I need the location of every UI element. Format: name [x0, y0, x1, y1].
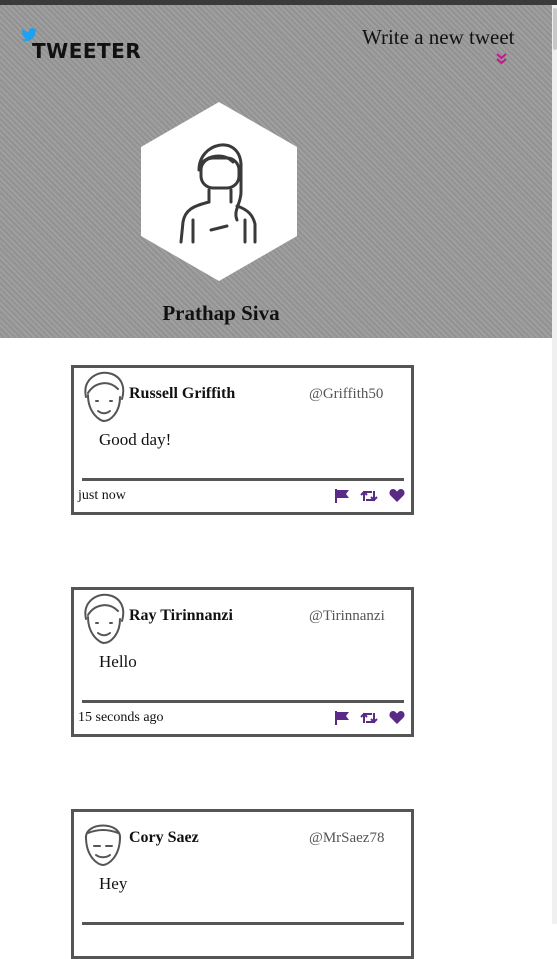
user-avatar-icon: [84, 593, 125, 645]
tweet-timestamp: 15 seconds ago: [78, 710, 164, 725]
tweet-author-handle[interactable]: @Tirinnanzi: [309, 608, 385, 625]
tweet-card: Russell Griffith @Griffith50 Good day! j…: [71, 365, 414, 515]
tweet-text: Hello: [99, 652, 137, 671]
scrollbar-thumb[interactable]: [553, 8, 557, 50]
user-avatar-icon: [85, 824, 121, 867]
tweeter-logo[interactable]: TWEETER: [20, 27, 142, 63]
tweet-text: Hey: [99, 874, 128, 893]
flag-icon[interactable]: [334, 488, 350, 504]
tweet-author-handle[interactable]: @MrSaez78: [309, 830, 384, 847]
profile-name: Prathap Siva: [162, 301, 280, 325]
tweet-author-name[interactable]: Russell Griffith: [129, 385, 235, 403]
tweet-actions: [334, 710, 406, 726]
tweet-card: Ray Tirinnanzi @Tirinnanzi Hello 15 seco…: [71, 587, 414, 737]
heart-icon[interactable]: [389, 710, 405, 725]
logo-text: TWEETER: [32, 39, 142, 63]
tweet-divider: [82, 478, 404, 481]
retweet-icon[interactable]: [360, 710, 378, 726]
tweet-timestamp: just now: [78, 488, 126, 503]
write-new-tweet-link[interactable]: Write a new tweet: [362, 25, 515, 50]
tweet-author-handle[interactable]: @Griffith50: [309, 386, 383, 403]
flag-icon[interactable]: [334, 710, 350, 726]
profile-avatar: [141, 102, 297, 281]
profile-header: TWEETER Write a new tweet Prathap Siva: [0, 5, 552, 338]
heart-icon[interactable]: [389, 488, 405, 503]
tweet-text: Good day!: [99, 430, 172, 449]
tweet-author-name[interactable]: Cory Saez: [129, 829, 199, 847]
user-avatar-icon: [84, 371, 125, 423]
tweet-actions: [334, 488, 406, 504]
tweet-author-name[interactable]: Ray Tirinnanzi: [129, 607, 233, 625]
tweet-divider: [82, 700, 404, 703]
double-chevron-down-icon[interactable]: [496, 53, 507, 65]
retweet-icon[interactable]: [360, 488, 378, 504]
scrollbar-track[interactable]: [552, 5, 557, 924]
tweet-card: Cory Saez @MrSaez78 Hey: [71, 809, 414, 959]
